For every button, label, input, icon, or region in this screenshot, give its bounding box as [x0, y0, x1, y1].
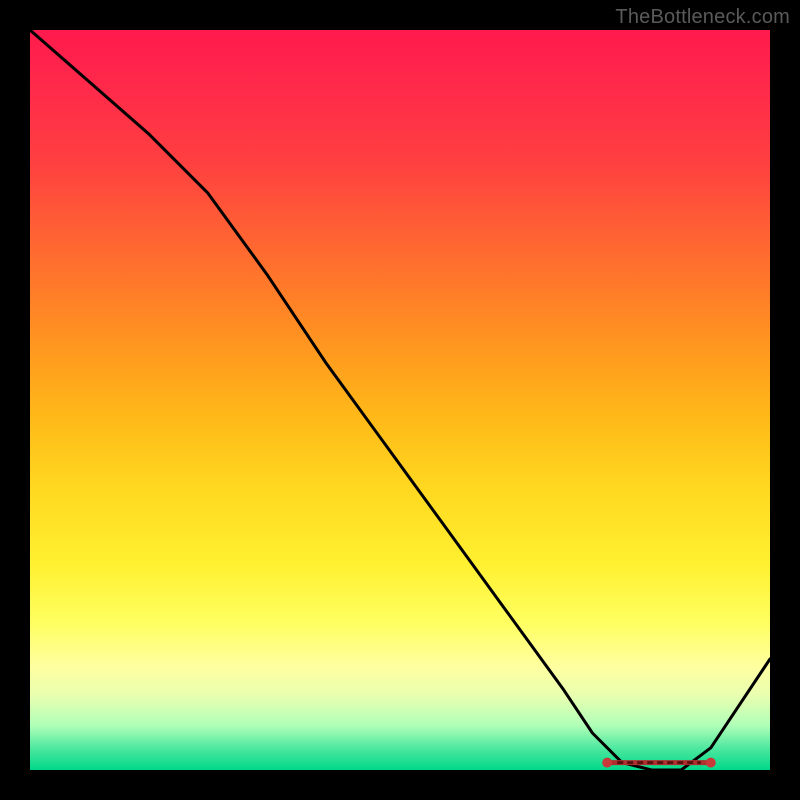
chart-frame: TheBottleneck.com — [0, 0, 800, 800]
plot-area — [30, 30, 770, 770]
optimum-band-start-dot — [602, 758, 612, 768]
bottleneck-curve — [30, 30, 770, 770]
chart-overlay — [30, 30, 770, 770]
optimum-band-end-dot — [706, 758, 716, 768]
attribution-label: TheBottleneck.com — [615, 6, 790, 29]
